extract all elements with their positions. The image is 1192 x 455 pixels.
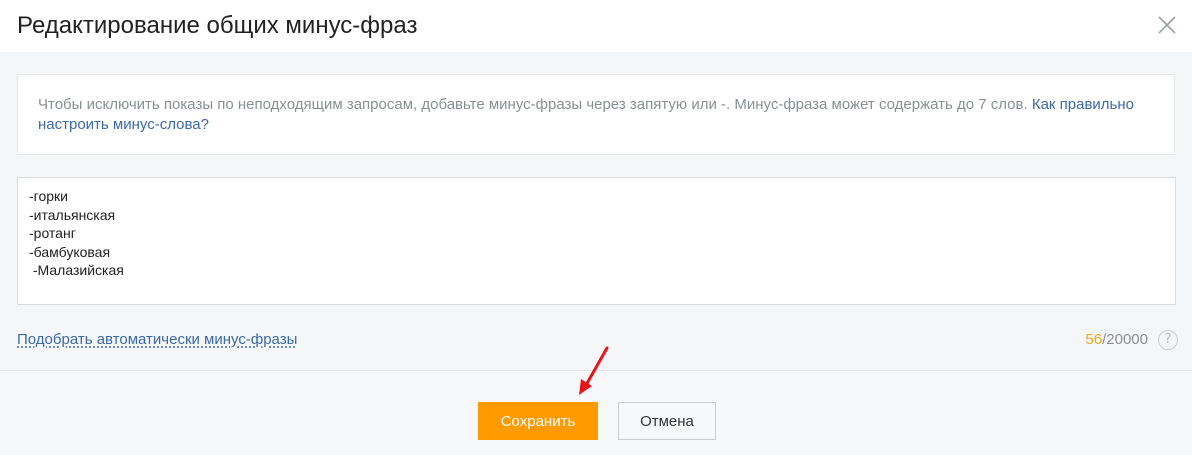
hint-text: Чтобы исключить показы по неподходящим з… [38,95,1138,135]
character-counter: 56/20000 [1085,330,1148,350]
counter-current: 56 [1085,331,1103,348]
hint-description: Чтобы исключить показы по неподходящим з… [38,96,1032,113]
edit-negative-phrases-dialog: Редактирование общих минус-фраз Чтобы ис… [0,0,1192,455]
close-icon[interactable] [1156,14,1178,36]
dialog-header: Редактирование общих минус-фраз [0,0,1192,52]
counter-max: /20000 [1102,331,1148,348]
dialog-title: Редактирование общих минус-фраз [17,12,418,39]
dialog-footer: Сохранить Отмена [0,371,1192,455]
negative-phrases-textarea[interactable]: -горки -итальянская -ротанг -бамбуковая … [17,177,1176,305]
question-icon[interactable]: ? [1158,330,1178,350]
hint-box: Чтобы исключить показы по неподходящим з… [17,74,1175,155]
cancel-button[interactable]: Отмена [618,402,716,440]
save-button[interactable]: Сохранить [478,402,598,440]
auto-pick-negative-phrases-link[interactable]: Подобрать автоматически минус-фразы [17,330,297,350]
